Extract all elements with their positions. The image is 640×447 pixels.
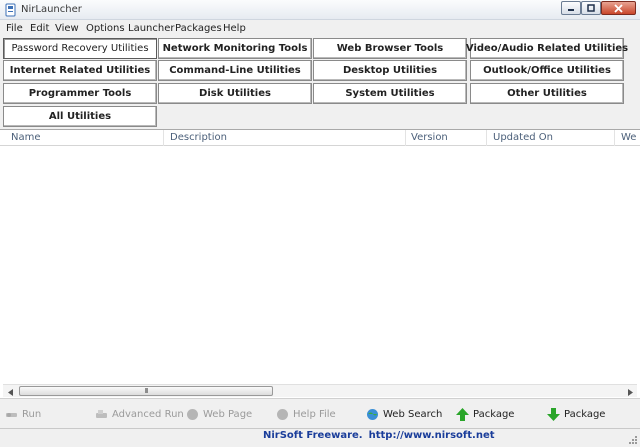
scroll-left-button[interactable]: [5, 387, 15, 397]
maximize-button[interactable]: [581, 1, 601, 15]
arrow-down-icon: [547, 407, 560, 421]
status-bar: NirSoft Freeware. http://www.nirsoft.net: [0, 428, 640, 447]
tab-disk-utilities[interactable]: Disk Utilities: [158, 83, 312, 104]
maximize-icon: [587, 4, 595, 12]
action-toolbar: Run Advanced Run Web Page Help File Web …: [0, 398, 640, 428]
package-up-label: Package: [473, 408, 515, 420]
title-bar: NirLauncher: [0, 0, 640, 20]
package-up-button[interactable]: Package: [456, 406, 514, 422]
help-file-label: Help File: [293, 408, 336, 420]
minimize-icon: [568, 9, 574, 11]
tab-desktop-utilities[interactable]: Desktop Utilities: [313, 60, 467, 81]
app-icon: [5, 3, 16, 17]
list-header: Name Description Version Updated On We: [0, 130, 640, 146]
menu-packages[interactable]: Packages: [175, 23, 222, 34]
package-down-label: Package: [564, 408, 606, 420]
advanced-run-button[interactable]: Advanced Run: [95, 406, 184, 422]
close-button[interactable]: [601, 1, 636, 15]
help-file-button[interactable]: Help File: [276, 406, 336, 422]
close-icon: [614, 3, 623, 13]
menu-bar: File Edit View Options Launcher Packages…: [0, 20, 640, 37]
column-web[interactable]: We: [617, 130, 640, 146]
arrow-up-icon: [456, 407, 469, 421]
package-down-button[interactable]: Package: [547, 406, 605, 422]
tab-programmer-tools[interactable]: Programmer Tools: [3, 83, 157, 104]
tab-command-line-utilities[interactable]: Command-Line Utilities: [158, 60, 312, 81]
tab-system-utilities[interactable]: System Utilities: [313, 83, 467, 104]
menu-help[interactable]: Help: [223, 23, 246, 34]
arrow-left-icon: [7, 388, 13, 396]
menu-launcher[interactable]: Launcher: [128, 23, 174, 34]
tab-video-audio-related-utilities[interactable]: Video/Audio Related Utilities: [466, 38, 628, 59]
minimize-button[interactable]: [561, 1, 581, 15]
column-description[interactable]: Description: [166, 130, 406, 146]
tab-all-utilities[interactable]: All Utilities: [3, 106, 157, 127]
web-search-icon: [367, 408, 378, 420]
menu-options[interactable]: Options: [86, 23, 125, 34]
run-button[interactable]: Run: [5, 406, 41, 422]
menu-edit[interactable]: Edit: [30, 23, 49, 34]
web-page-button[interactable]: Web Page: [186, 406, 252, 422]
status-freeware-text: NirSoft Freeware.: [263, 430, 363, 441]
column-updated-on[interactable]: Updated On: [489, 130, 615, 146]
menu-view[interactable]: View: [55, 23, 79, 34]
column-name[interactable]: Name: [7, 130, 164, 146]
web-search-button[interactable]: Web Search: [366, 406, 442, 422]
column-version[interactable]: Version: [407, 130, 487, 146]
tab-outlook-office-utilities[interactable]: Outlook/Office Utilities: [470, 60, 624, 81]
tab-other-utilities[interactable]: Other Utilities: [470, 83, 624, 104]
help-icon: [277, 408, 288, 420]
globe-icon: [187, 408, 198, 420]
advanced-run-label: Advanced Run: [112, 408, 184, 420]
menu-file[interactable]: File: [6, 23, 23, 34]
status-link[interactable]: http://www.nirsoft.net: [369, 430, 495, 441]
scroll-thumb[interactable]: III: [19, 386, 273, 396]
tab-web-browser-tools[interactable]: Web Browser Tools: [313, 38, 467, 59]
tab-password-recovery-utilities[interactable]: Password Recovery Utilities: [3, 38, 157, 59]
run-icon: [6, 412, 17, 417]
scroll-right-button[interactable]: [625, 387, 635, 397]
tab-network-monitoring-tools[interactable]: Network Monitoring Tools: [158, 38, 312, 59]
web-page-label: Web Page: [203, 408, 253, 420]
web-search-label: Web Search: [383, 408, 443, 420]
advanced-run-icon: [96, 409, 107, 418]
tab-internet-related-utilities[interactable]: Internet Related Utilities: [3, 60, 157, 81]
status-label: NirSoft Freeware. http://www.nirsoft.net: [263, 430, 495, 441]
scroll-thumb-grip: III: [144, 387, 148, 395]
horizontal-scrollbar[interactable]: III: [3, 384, 637, 397]
window-title: NirLauncher: [21, 4, 82, 15]
arrow-right-icon: [627, 388, 633, 396]
category-panel: Password Recovery Utilities Network Moni…: [0, 37, 640, 129]
run-label: Run: [22, 408, 42, 420]
utilities-list[interactable]: Name Description Version Updated On We: [0, 129, 640, 397]
resize-grip-icon[interactable]: [628, 435, 638, 445]
